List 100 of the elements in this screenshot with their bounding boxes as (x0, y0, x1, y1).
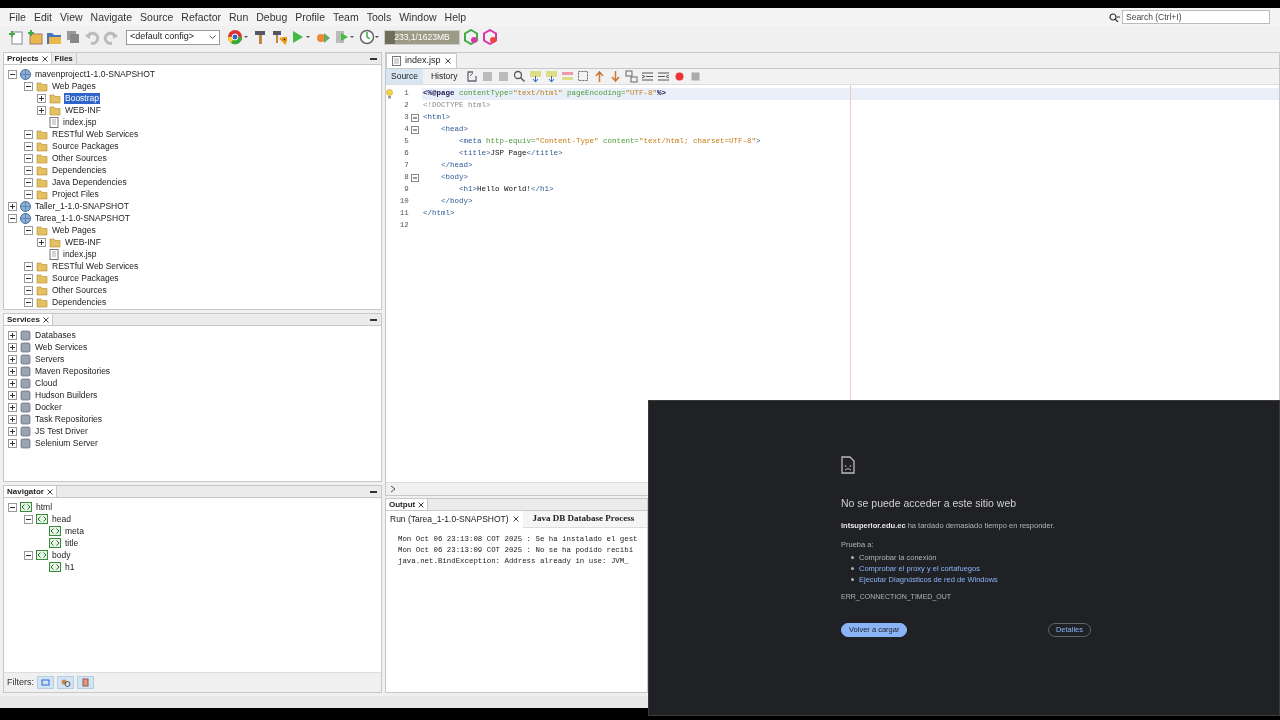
expand-toggle[interactable] (8, 354, 17, 364)
tree-item[interactable]: head (51, 513, 72, 525)
tree-item[interactable]: Other Sources (51, 152, 108, 164)
minimize-button[interactable] (370, 318, 377, 321)
hammer-icon[interactable] (252, 29, 268, 45)
tree-item[interactable]: Servers (34, 353, 66, 365)
menu-item[interactable]: Debug (252, 8, 292, 26)
panel-tab[interactable]: Navigator (4, 486, 57, 497)
tree-item[interactable]: body (51, 549, 72, 561)
expand-toggle[interactable] (37, 237, 46, 247)
collapse-toggle[interactable] (8, 213, 17, 223)
menu-item[interactable]: Tools (362, 8, 396, 26)
filter-toggle[interactable] (77, 676, 94, 689)
config-select[interactable]: <default config> (126, 29, 220, 45)
tree-item[interactable]: Dependencies (51, 296, 108, 308)
expand-toggle[interactable] (8, 201, 17, 211)
new-project-icon[interactable] (27, 29, 43, 45)
tree-item[interactable]: Boostrap (64, 92, 101, 104)
menu-item[interactable]: Profile (291, 8, 329, 26)
gc-icon[interactable] (482, 29, 498, 45)
expand-toggle[interactable] (8, 366, 17, 376)
menu-item[interactable]: Window (395, 8, 441, 26)
filter-toggle[interactable] (37, 676, 54, 689)
menu-item[interactable]: Team (329, 8, 363, 26)
expand-toggle[interactable] (8, 438, 17, 448)
expand-toggle[interactable] (8, 426, 17, 436)
menu-item[interactable]: Navigate (86, 8, 137, 26)
menu-item[interactable]: View (56, 8, 87, 26)
tree-item[interactable]: h1 (64, 561, 76, 573)
tree-item[interactable]: Web Services (34, 341, 89, 353)
tree-item[interactable]: RESTful Web Services (51, 260, 140, 272)
magnifier-icon[interactable] (513, 70, 527, 83)
collapse-toggle[interactable] (24, 165, 33, 175)
view-tab[interactable]: History (425, 69, 463, 84)
menu-item[interactable]: Help (440, 8, 471, 26)
tree-item[interactable]: Dependencies (51, 164, 108, 176)
tree-item[interactable]: html (35, 501, 54, 513)
filter-toggle[interactable] (57, 676, 74, 689)
tree-item[interactable]: meta (64, 525, 85, 537)
menu-item[interactable]: File (5, 8, 30, 26)
collapse-toggle[interactable] (8, 69, 17, 79)
view-tab[interactable]: Source (386, 69, 423, 84)
tree-item[interactable]: Source Packages (51, 272, 120, 284)
menu-item[interactable]: Run (225, 8, 253, 26)
close-icon[interactable] (46, 488, 53, 495)
tree-item[interactable]: index.jsp (62, 248, 98, 260)
tree-item[interactable]: Web Pages (51, 224, 97, 236)
tree-item[interactable]: Cloud (34, 377, 59, 389)
save-all-icon[interactable] (65, 29, 81, 45)
indent-icon[interactable] (657, 70, 671, 83)
tree-item[interactable]: Hudson Builders (34, 389, 99, 401)
new-file-icon[interactable] (8, 29, 24, 45)
panel-tab[interactable]: Projects (4, 53, 52, 64)
panel-tab[interactable]: Files (51, 53, 77, 64)
minimize-button[interactable] (370, 57, 377, 60)
collapse-toggle[interactable] (24, 261, 33, 271)
browser-icon[interactable] (227, 29, 249, 45)
tree-item[interactable]: Task Repositories (34, 413, 104, 425)
tree-item[interactable]: index.jsp (62, 116, 98, 128)
collapse-toggle[interactable] (8, 502, 17, 512)
collapse-toggle[interactable] (24, 514, 33, 524)
tree-item[interactable]: Maven Repositories (34, 365, 112, 377)
expand-toggle[interactable] (8, 330, 17, 340)
collapse-toggle[interactable] (24, 273, 33, 283)
collapse-toggle[interactable] (24, 153, 33, 163)
tree-item[interactable]: Web Pages (51, 80, 97, 92)
expand-toggle[interactable] (8, 378, 17, 388)
menu-item[interactable]: Source (136, 8, 178, 26)
tree-item[interactable]: Tarea_1-1.0-SNAPSHOT (34, 212, 131, 224)
arrow-icon[interactable] (609, 70, 623, 83)
menu-item[interactable]: Edit (29, 8, 56, 26)
indent-icon[interactable] (641, 70, 655, 83)
collapse-toggle[interactable] (24, 225, 33, 235)
collapse-toggle[interactable] (24, 550, 33, 560)
menu-item[interactable]: Refactor (177, 8, 225, 26)
chevron-icon[interactable] (390, 485, 397, 493)
close-icon[interactable] (444, 58, 451, 64)
expand-toggle[interactable] (37, 93, 46, 103)
search-icon[interactable] (1109, 12, 1120, 22)
collapse-toggle[interactable] (24, 129, 33, 139)
close-icon[interactable] (418, 501, 425, 508)
tree-item[interactable]: Other Sources (51, 284, 108, 296)
console-tab[interactable]: Java DB Database Process (528, 510, 639, 528)
gc-icon[interactable] (463, 29, 479, 45)
tree-item[interactable]: Project Files (51, 188, 100, 200)
fold-toggle[interactable] (411, 174, 420, 182)
expand-toggle[interactable] (8, 402, 17, 412)
arrow-icon[interactable] (593, 70, 607, 83)
collapse-toggle[interactable] (24, 285, 33, 295)
expand-toggle[interactable] (8, 342, 17, 352)
file-tab[interactable]: index.jsp (386, 53, 457, 68)
tree-item[interactable]: Docker (34, 401, 63, 413)
tree-item[interactable]: WEB-INF (64, 236, 102, 248)
arrow-icon[interactable] (545, 70, 559, 83)
clean-build-icon[interactable] (271, 29, 287, 45)
search-field[interactable]: Search (Ctrl+I) (1122, 10, 1270, 24)
tree-item[interactable]: Databases (34, 329, 77, 341)
tree-item[interactable]: RESTful Web Services (51, 128, 140, 140)
tree-item[interactable]: Selenium Server (34, 437, 99, 449)
expand-toggle[interactable] (37, 105, 46, 115)
